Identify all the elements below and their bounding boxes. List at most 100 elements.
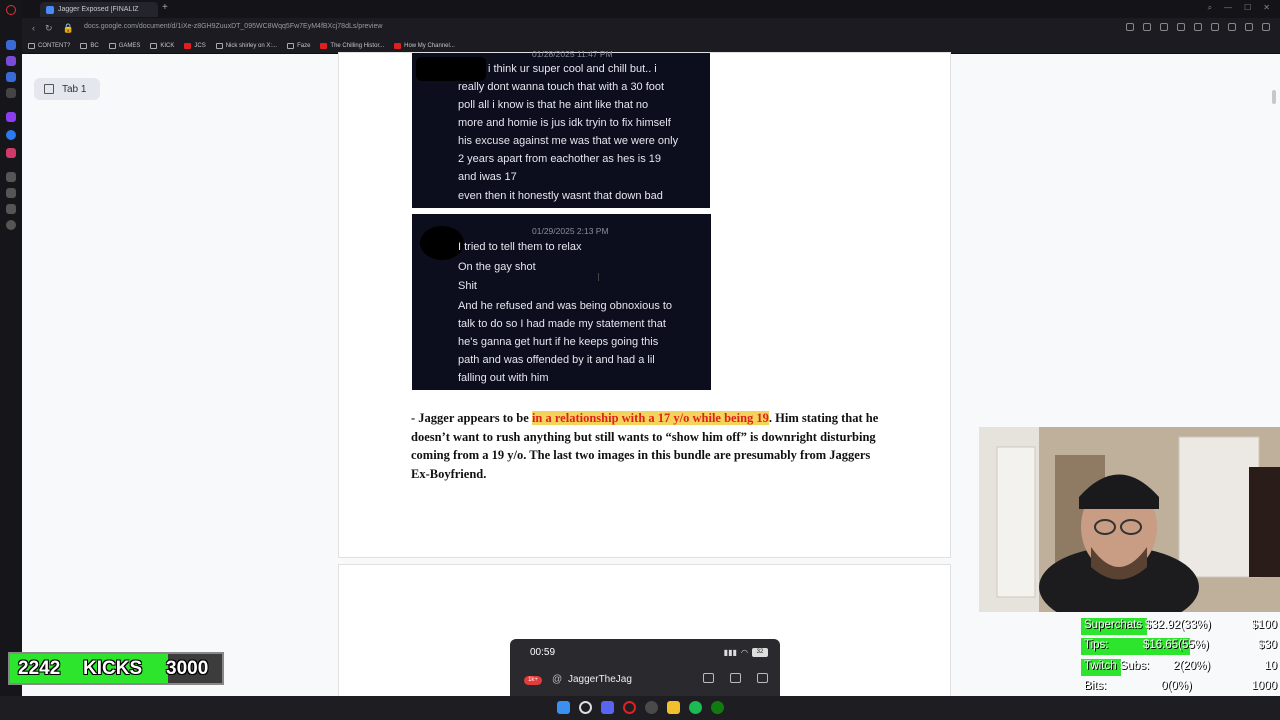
goal-target: $100 (1251, 619, 1277, 631)
heart-icon[interactable] (1194, 23, 1202, 31)
kicks-current: 2242 (18, 658, 61, 679)
opera-icon[interactable] (623, 701, 636, 714)
tab-active[interactable]: Jagger Exposed [FINALIZ (40, 2, 158, 17)
sidebar-app-icon[interactable] (6, 172, 16, 182)
scrollbar-thumb[interactable] (1272, 90, 1276, 104)
download-icon[interactable] (1211, 23, 1219, 31)
sidebar-app-icon[interactable] (6, 204, 16, 214)
opera-logo-icon[interactable] (6, 5, 16, 15)
chat-message-line: more and homie is jus idk tryin to fix h… (458, 117, 671, 129)
back-icon[interactable]: ‹ (32, 23, 35, 34)
signal-icon: ▮▮▮ (723, 648, 738, 657)
bookmark-item[interactable]: The Chilling Histor... (320, 42, 384, 49)
chat-message-line: really dont wanna touch that with a 30 f… (458, 81, 665, 93)
text-cursor (598, 273, 599, 281)
webcam-image (979, 427, 1280, 612)
tab-bar: Jagger Exposed [FINALIZ + ⌕ — ☐ ✕ (22, 0, 1280, 18)
address-bar: ‹ ↻ 🔒 docs.google.com/document/d/1iXe-z8… (22, 18, 1280, 38)
video-icon[interactable] (730, 673, 741, 683)
bookmark-item[interactable]: Faze (287, 42, 310, 49)
bookmark-item[interactable]: Nick shirley on X:... (215, 42, 277, 49)
chat-message-line: Shit (458, 280, 477, 292)
folder-icon (150, 42, 158, 49)
windows-start-icon[interactable] (557, 701, 570, 714)
search-tabs-icon[interactable]: ⌕ (1208, 3, 1212, 13)
settings-icon[interactable] (6, 220, 16, 230)
chat-timestamp: 01/28/2025 11:47 PM (532, 49, 613, 59)
close-icon[interactable]: ✕ (1263, 3, 1270, 13)
goal-value: $32.92(33%) (1145, 619, 1211, 631)
new-tab-icon[interactable]: + (162, 2, 168, 13)
camera-icon[interactable] (1160, 23, 1168, 31)
wifi-icon: ◠ (741, 648, 748, 657)
search-icon[interactable] (579, 701, 592, 714)
chat-message-line: path and was offended by it and had a li… (458, 354, 655, 366)
chrome-icon[interactable] (645, 701, 658, 714)
document-paragraph: - Jagger appears to be in a relationship… (411, 409, 881, 483)
bookmark-item[interactable]: JCS (184, 42, 206, 49)
highlighted-text: in a relationship with a 17 y/o while be… (531, 411, 769, 425)
file-explorer-icon[interactable] (667, 701, 680, 714)
player-icon[interactable] (1177, 23, 1185, 31)
kicks-label: KICKS (83, 658, 143, 679)
chat-message-line: i think ur super cool and chill but.. i (488, 63, 657, 75)
xbox-icon[interactable] (711, 701, 724, 714)
bookmark-item[interactable]: KICK (150, 42, 174, 49)
kicks-goal-bar: 2242 KICKS 3000 (8, 652, 224, 685)
doc-tab-label: Tab 1 (62, 83, 87, 95)
sidebar-app-icon[interactable] (6, 56, 16, 66)
sidebar-app-icon[interactable] (6, 88, 16, 98)
browser-sidebar (0, 0, 22, 720)
bookmark-item[interactable]: BC (80, 42, 99, 49)
notification-badge: 1k+ (524, 676, 542, 685)
folder-icon (28, 42, 35, 49)
bookmark-item[interactable]: How My Channel... (394, 42, 455, 49)
reload-icon[interactable]: ↻ (45, 23, 53, 34)
spotify-icon[interactable] (689, 701, 702, 714)
lock-icon: 🔒 (62, 23, 74, 33)
maximize-icon[interactable]: ☐ (1244, 3, 1251, 13)
discord-icon[interactable] (601, 701, 614, 714)
url-input[interactable]: docs.google.com/document/d/1iXe-z8GH9Zuu… (84, 23, 382, 30)
sidebar-app-icon[interactable] (6, 40, 16, 50)
volume-icon[interactable] (1228, 23, 1236, 31)
goal-value: 2(20%) (1173, 660, 1211, 672)
chat-message-line: And he refused and was being obnoxious t… (458, 300, 673, 312)
zoom-icon[interactable] (1126, 23, 1134, 31)
chat-message-line: his excuse against me was that we were o… (458, 135, 679, 147)
youtube-icon (184, 42, 192, 49)
instagram-icon[interactable] (6, 148, 16, 158)
battery-icon: 32 (752, 648, 768, 657)
call-actions (703, 673, 768, 683)
phone-icon[interactable] (703, 673, 714, 683)
webcam-feed (979, 427, 1280, 612)
bookmarks-bar: CONTENT? BC GAMES KICK JCS Nick shirley … (22, 38, 1280, 53)
minimize-icon[interactable]: — (1224, 3, 1232, 13)
chat-message-line: he's ganna get hurt if he keeps going th… (458, 336, 659, 348)
translate-icon[interactable] (1143, 23, 1151, 31)
chat-message-line: falling out with him (458, 372, 549, 384)
url-actions (1126, 23, 1270, 31)
doc-tab-item[interactable]: Tab 1 (34, 78, 100, 100)
goal-value: $16.65(55%) (1143, 639, 1209, 651)
bookmark-item[interactable]: GAMES (108, 42, 140, 49)
bookmark-item[interactable]: CONTENT? (28, 42, 70, 49)
chat-screenshot: 01/29/2025 2:13 PM I tried to tell them … (412, 214, 711, 390)
extensions-icon[interactable] (1245, 23, 1253, 31)
youtube-icon (320, 42, 328, 49)
menu-icon[interactable] (1262, 23, 1270, 31)
sidebar-app-icon[interactable] (6, 72, 16, 82)
caller-name: JaggerTheJag (568, 674, 632, 685)
twitch-icon[interactable] (6, 112, 16, 122)
x-icon (215, 42, 223, 49)
goal-label: Tips: (1084, 639, 1109, 651)
taskbar (0, 696, 1280, 720)
goal-row: Twitch Subs: 2(20%) 10 (1081, 658, 1280, 677)
chat-message-line: and iwas 17 (458, 171, 517, 183)
add-person-icon[interactable] (757, 673, 768, 683)
window-controls: ⌕ — ☐ ✕ (1208, 3, 1270, 13)
folder-icon (108, 42, 116, 49)
sidebar-app-icon[interactable] (6, 188, 16, 198)
messenger-icon[interactable] (6, 130, 16, 140)
redacted-avatar (416, 57, 486, 81)
